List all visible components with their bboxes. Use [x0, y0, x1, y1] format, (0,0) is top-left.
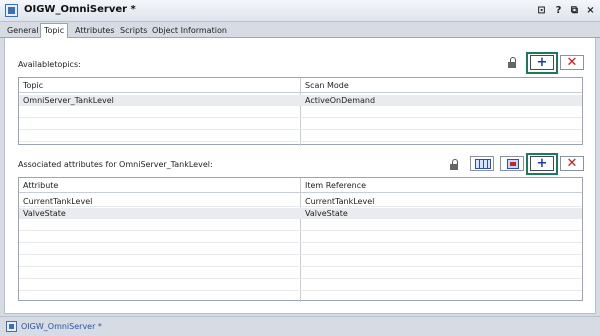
table-row[interactable]: OmniServer_TankLevel ActiveOnDemand	[19, 95, 582, 106]
lock-icon[interactable]	[507, 57, 518, 68]
table-row	[19, 244, 582, 255]
status-bar: OIGW_OmniServer *	[0, 316, 600, 336]
tab-general[interactable]: General	[4, 24, 42, 38]
scan-mode-cell: ActiveOnDemand	[305, 96, 376, 105]
available-topics-label: Availabletopics:	[18, 60, 81, 69]
table-row	[19, 256, 582, 267]
delete-topic-button[interactable]: ✕	[560, 55, 584, 70]
delete-icon: ✕	[566, 156, 578, 171]
table-row	[19, 220, 582, 231]
tab-strip: General Topic Attributes Scripts Object …	[0, 22, 600, 39]
column-header-scan-mode[interactable]: Scan Mode	[301, 78, 349, 93]
associated-attributes-label: Associated attributes for OmniServer_Tan…	[18, 160, 213, 169]
object-icon	[6, 321, 17, 332]
tab-attributes[interactable]: Attributes	[72, 24, 118, 38]
table-row	[19, 268, 582, 279]
table-row	[19, 119, 582, 130]
add-topic-button[interactable]: +	[530, 55, 554, 70]
table-row	[19, 280, 582, 291]
attributes-table: Attribute Item Reference CurrentTankLeve…	[18, 177, 583, 302]
window-title: OIGW_OmniServer *	[24, 4, 136, 15]
table-row	[19, 131, 582, 142]
attribute-cell: CurrentTankLevel	[23, 197, 93, 206]
topic-cell: OmniServer_TankLevel	[23, 96, 114, 105]
import-items-icon[interactable]	[500, 156, 524, 171]
item-reference-cell: ValveState	[305, 209, 348, 218]
lock-icon[interactable]	[449, 159, 460, 170]
restore-icon[interactable]: ⧉	[568, 4, 581, 17]
grid-view-icon[interactable]	[470, 156, 494, 171]
tab-object-information[interactable]: Object Information	[149, 24, 230, 38]
tab-scripts[interactable]: Scripts	[117, 24, 150, 38]
table-row	[19, 232, 582, 243]
column-header-attribute[interactable]: Attribute	[19, 178, 58, 193]
item-reference-cell: CurrentTankLevel	[305, 197, 375, 206]
close-button[interactable]: ×	[584, 4, 597, 17]
add-attribute-button[interactable]: +	[530, 156, 554, 171]
table-row	[19, 107, 582, 118]
title-bar: OIGW_OmniServer * ⊡ ? ⧉ ×	[0, 0, 600, 22]
attribute-cell: ValveState	[23, 209, 66, 218]
delete-icon: ✕	[566, 55, 578, 70]
table-row[interactable]: CurrentTankLevel CurrentTankLevel	[19, 196, 582, 207]
topics-table: Topic Scan Mode OmniServer_TankLevel Act…	[18, 77, 583, 146]
pin-icon[interactable]: ⊡	[535, 4, 548, 17]
plus-icon: +	[536, 55, 548, 70]
delete-attribute-button[interactable]: ✕	[560, 156, 584, 171]
column-header-topic[interactable]: Topic	[19, 78, 43, 93]
object-icon	[5, 4, 18, 17]
plus-icon: +	[536, 156, 548, 171]
column-header-item-reference[interactable]: Item Reference	[301, 178, 366, 193]
help-button[interactable]: ?	[552, 4, 565, 17]
status-object-link[interactable]: OIGW_OmniServer *	[21, 322, 102, 331]
tab-topic[interactable]: Topic	[40, 23, 69, 39]
table-row[interactable]: ValveState ValveState	[19, 208, 582, 219]
